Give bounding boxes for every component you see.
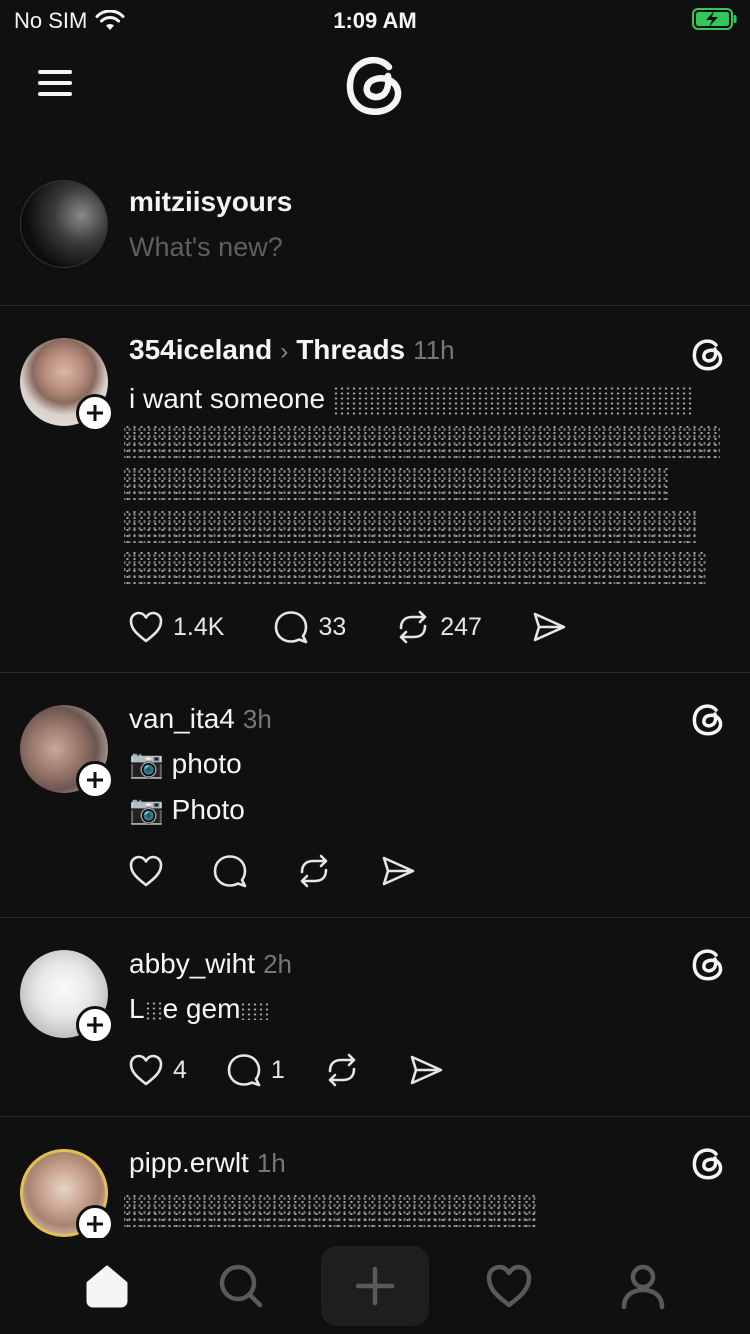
share-button[interactable]	[379, 852, 417, 890]
censored-text	[124, 424, 720, 458]
search-icon	[219, 1264, 263, 1308]
tab-activity[interactable]	[455, 1246, 563, 1326]
avatar[interactable]	[20, 180, 108, 268]
censored-text	[240, 1001, 269, 1020]
post-username[interactable]: van_ita4	[129, 703, 235, 735]
clock: 1:09 AM	[333, 8, 417, 33]
follow-plus-button[interactable]	[76, 1006, 114, 1044]
repost-icon	[328, 1053, 356, 1087]
follow-plus-button[interactable]	[76, 394, 114, 432]
chevron-right-icon: ›	[280, 338, 289, 365]
tab-profile[interactable]	[589, 1246, 697, 1326]
post-time: 11h	[413, 335, 455, 365]
repost-icon	[300, 854, 328, 888]
tab-create[interactable]	[321, 1246, 429, 1326]
menu-icon[interactable]	[36, 68, 76, 98]
share-button[interactable]	[407, 1051, 445, 1089]
post-actions: 4 1	[127, 1050, 493, 1090]
censored-text	[144, 1000, 163, 1021]
tab-home[interactable]	[53, 1246, 161, 1326]
comment-icon	[275, 611, 308, 644]
follow-plus-button[interactable]	[76, 1205, 114, 1238]
thread-post[interactable]: pipp.erwlt 1h	[0, 1117, 750, 1238]
heart-icon	[129, 855, 163, 887]
post-header: abby_wiht 2h	[129, 948, 292, 980]
post-text-line: 📷 Photo	[129, 794, 245, 825]
repost-button[interactable]	[323, 1051, 361, 1089]
censored-text	[332, 385, 693, 416]
composer-username: mitziisyours	[129, 186, 293, 217]
like-count: 4	[173, 1055, 187, 1084]
send-icon	[410, 1055, 443, 1085]
post-topic[interactable]: Threads	[296, 334, 405, 366]
like-button[interactable]: 1.4K	[127, 608, 224, 646]
send-icon	[382, 856, 415, 886]
post-text-middle: e gem	[162, 993, 241, 1024]
home-icon	[86, 1265, 128, 1308]
top-navigation	[0, 40, 750, 130]
repost-count: 247	[440, 612, 482, 641]
post-username[interactable]: abby_wiht	[129, 948, 255, 980]
repost-button[interactable]: 247	[394, 608, 482, 646]
bottom-tab-bar	[0, 1238, 750, 1334]
like-button[interactable]	[127, 852, 165, 890]
post-text-visible: i want someone	[129, 383, 326, 414]
follow-plus-button[interactable]	[76, 761, 114, 799]
post-text-start: L	[129, 993, 145, 1024]
thread-post[interactable]: van_ita4 3h 📷 photo 📷 Photo	[0, 673, 750, 918]
censored-text	[124, 550, 706, 584]
post-text: i want someone	[129, 376, 693, 422]
post-actions: 1.4K 33 247	[127, 607, 616, 647]
repost-icon	[399, 610, 427, 644]
threads-icon[interactable]	[690, 946, 726, 982]
send-icon	[533, 612, 566, 642]
activity-heart-icon	[486, 1264, 532, 1308]
post-time: 1h	[256, 1148, 286, 1178]
heart-icon	[129, 1054, 163, 1086]
threads-icon[interactable]	[690, 1145, 726, 1181]
post-header: pipp.erwlt 1h	[129, 1147, 286, 1179]
thread-post[interactable]: abby_wiht 2h Le gem 4 1	[0, 918, 750, 1117]
tab-search[interactable]	[187, 1246, 295, 1326]
comment-icon	[213, 855, 247, 888]
reply-button[interactable]: 1	[225, 1051, 285, 1089]
thread-post[interactable]: 354iceland › Threads 11h i want someone …	[0, 306, 750, 673]
reply-button[interactable]: 33	[272, 608, 346, 646]
battery-charging-icon	[692, 8, 737, 30]
threads-icon[interactable]	[690, 336, 726, 372]
censored-text	[124, 466, 668, 500]
post-text: Le gem	[129, 986, 269, 1032]
repost-button[interactable]	[295, 852, 333, 890]
threads-icon[interactable]	[690, 701, 726, 737]
comment-icon	[227, 1054, 261, 1087]
post-header: 354iceland › Threads 11h	[129, 334, 455, 366]
reply-button[interactable]	[211, 852, 249, 890]
like-count: 1.4K	[173, 612, 225, 641]
post-actions	[127, 851, 465, 891]
share-button[interactable]	[530, 608, 568, 646]
like-button[interactable]: 4	[127, 1051, 187, 1089]
heart-icon	[129, 611, 163, 643]
post-username[interactable]: pipp.erwlt	[129, 1147, 249, 1179]
post-time: 2h	[263, 949, 293, 979]
post-text-line: 📷 photo	[129, 748, 242, 779]
reply-count: 33	[318, 612, 347, 641]
censored-text	[124, 509, 698, 543]
compose-input[interactable]: What's new?	[129, 232, 283, 263]
post-time: 3h	[242, 704, 272, 734]
new-thread-composer[interactable]: mitziisyours What's new?	[0, 180, 750, 306]
post-header: van_ita4 3h	[129, 703, 272, 735]
reply-count: 1	[270, 1055, 285, 1084]
post-username[interactable]: 354iceland	[129, 334, 272, 366]
censored-text	[124, 1193, 538, 1227]
threads-logo-icon[interactable]	[341, 50, 409, 120]
profile-icon	[621, 1264, 665, 1310]
status-bar: No SIM 1:09 AM	[0, 0, 750, 40]
create-icon	[355, 1266, 395, 1306]
